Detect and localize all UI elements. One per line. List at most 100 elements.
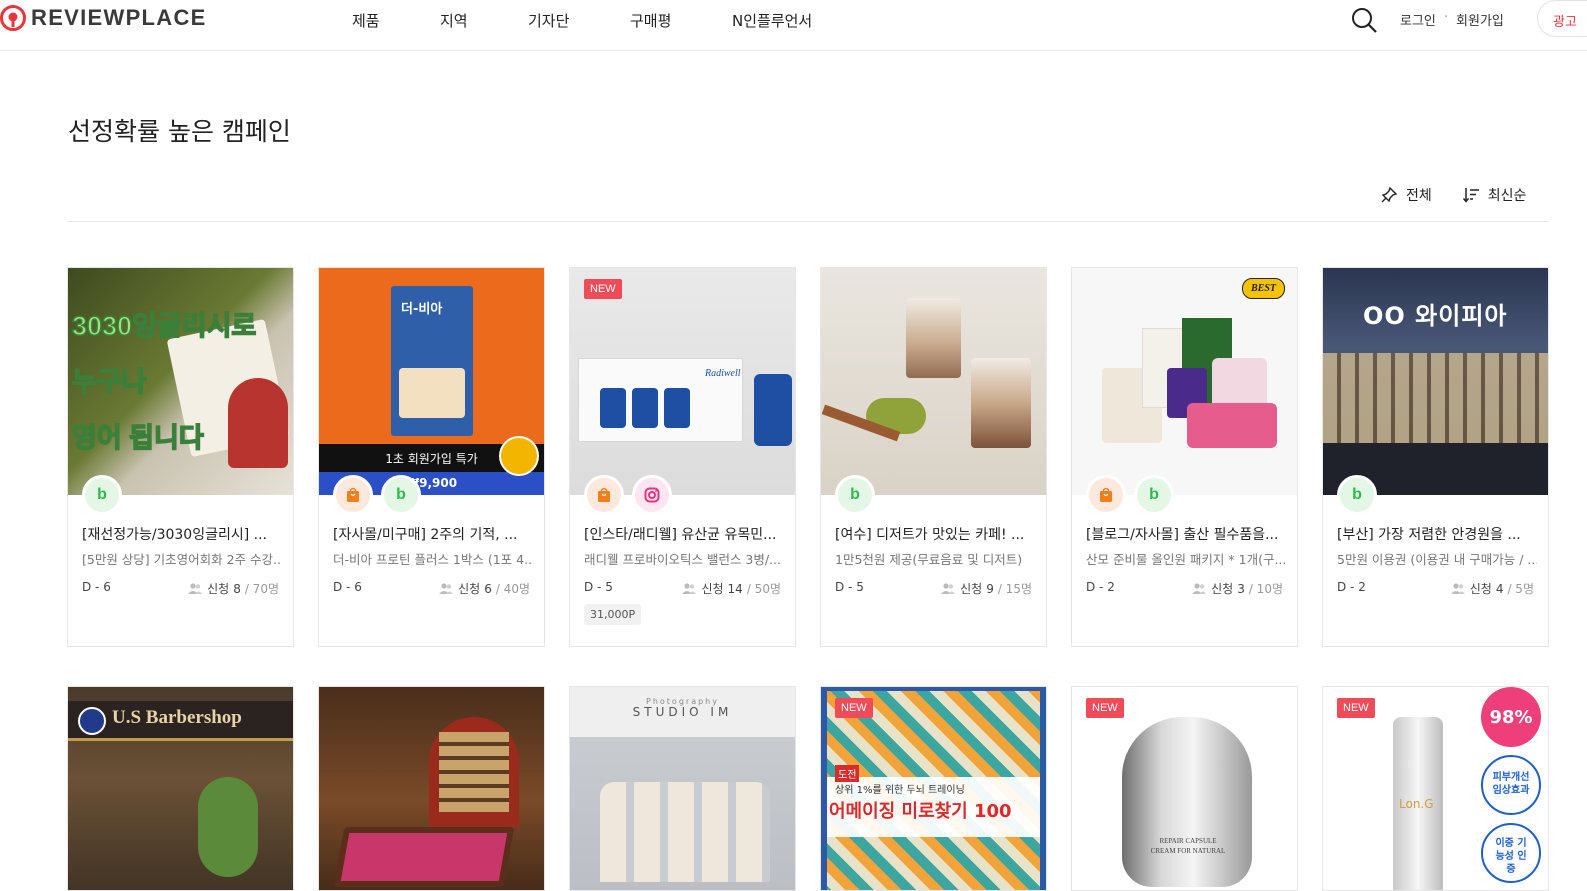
nav-region[interactable]: 지역 xyxy=(440,10,468,31)
card-subtitle: 더-비아 프로틴 플러스 1박스 (1포 4... xyxy=(333,552,533,567)
thumb-text: OO 와이피아 xyxy=(1363,302,1508,330)
card-thumbnail[interactable]: 상위 1%를 위한 두뇌 트레이닝 어메이징 미로찾기 100 도전 NEW xyxy=(821,687,1046,890)
card-applicants: 신청 6 / 40명 xyxy=(438,580,530,597)
thumb-text: 3030잉글리시로 xyxy=(71,310,257,342)
campaign-card[interactable]: 3030잉글리시로 누구나 영어 됩니다 b [재선정가능/3030잉글리시] … xyxy=(67,267,294,647)
thumb-text: 어메이징 미로찾기 100 xyxy=(829,801,1012,822)
filter-all-label: 전체 xyxy=(1406,188,1432,204)
nav-reporters[interactable]: 기자단 xyxy=(528,10,569,31)
thumb-text: 누구나 xyxy=(71,366,147,398)
sort-latest-button[interactable]: 최신순 xyxy=(1462,185,1527,205)
card-thumbnail[interactable]: REPAIR CAPSULE CREAM FOR NATURAL NEW xyxy=(1072,687,1297,890)
campaign-card[interactable]: 더-비아 1초 회원가입 특가 ₩9,900 b [자사몰/미구매] 2주의 기… xyxy=(318,267,545,647)
separator: · xyxy=(1443,10,1449,25)
people-icon xyxy=(1192,582,1207,594)
card-dday: D - 2 xyxy=(1337,580,1366,594)
logo-pin-icon xyxy=(0,5,26,31)
card-dday: D - 5 xyxy=(835,580,864,594)
applied-count: 9 xyxy=(986,581,994,596)
nav-products[interactable]: 제품 xyxy=(352,10,380,31)
card-applicants: 신청 3 / 10명 xyxy=(1191,580,1283,597)
apply-label: 신청 xyxy=(960,582,983,596)
applied-count: 3 xyxy=(1237,581,1245,596)
campaign-card[interactable]: BEST b [블로그/자사몰] 출산 필수품을... 산모 준비물 올인원 패… xyxy=(1071,267,1298,647)
card-applicants: 신청 8 / 70명 xyxy=(187,580,279,597)
campaign-card[interactable] xyxy=(318,686,545,891)
card-subtitle: [5만원 상당] 기초영어회화 2주 수강... xyxy=(82,552,282,567)
people-icon xyxy=(1450,582,1465,594)
campaign-card[interactable]: U.S Barbershop xyxy=(67,686,294,891)
card-thumbnail[interactable]: OO 와이피아 xyxy=(1323,268,1548,495)
card-thumbnail[interactable] xyxy=(821,268,1046,495)
total-count: / 10명 xyxy=(1248,582,1283,596)
card-thumbnail[interactable]: Radiwell NEW xyxy=(570,268,795,495)
people-icon xyxy=(188,582,203,594)
campaign-card[interactable]: 상위 1%를 위한 두뇌 트레이닝 어메이징 미로찾기 100 도전 NEW xyxy=(820,686,1047,891)
apply-label: 신청 xyxy=(458,582,481,596)
card-thumbnail[interactable]: Lon.G 98% 피부개선 임상효과 이중 기능성 인증 NEW xyxy=(1323,687,1548,890)
thumb-text: 상위 1%를 위한 두뇌 트레이닝 xyxy=(835,785,965,796)
nav-n-influencer[interactable]: N인플루언서 xyxy=(732,10,812,31)
new-badge: NEW xyxy=(835,698,873,718)
card-title[interactable]: [여수] 디저트가 맛있는 카페! ... xyxy=(835,524,1035,544)
section-title: 선정확률 높은 캠페인 xyxy=(68,117,291,146)
channel-icons: b xyxy=(835,475,875,515)
card-title[interactable]: [인스타/래디웰] 유산균 유목민... xyxy=(584,524,784,544)
card-thumbnail[interactable] xyxy=(319,687,544,890)
people-icon xyxy=(682,582,697,594)
thumb-text: 피부개선 임상효과 xyxy=(1481,755,1541,815)
campaign-card[interactable]: Photography STUDIO IM xyxy=(569,686,796,891)
logo-text: REVIEWPLACE xyxy=(31,5,207,30)
shopping-bag-icon xyxy=(584,475,624,515)
card-thumbnail[interactable]: 더-비아 1초 회원가입 특가 ₩9,900 xyxy=(319,268,544,495)
total-count: / 70명 xyxy=(244,582,279,596)
login-link[interactable]: 로그인 xyxy=(1400,10,1436,29)
logo[interactable]: REVIEWPLACE xyxy=(0,5,207,31)
ad-button[interactable]: 광고 xyxy=(1537,0,1587,37)
campaign-card[interactable]: Lon.G 98% 피부개선 임상효과 이중 기능성 인증 NEW xyxy=(1322,686,1549,891)
thumb-text: Lon.G xyxy=(1399,797,1434,811)
channel-icons: b xyxy=(333,475,421,515)
campaign-card[interactable]: REPAIR CAPSULE CREAM FOR NATURAL NEW xyxy=(1071,686,1298,891)
campaign-card[interactable]: b [여수] 디저트가 맛있는 카페! ... 1만5천원 제공(무료음료 및 … xyxy=(820,267,1047,647)
card-title[interactable]: [블로그/자사몰] 출산 필수품을... xyxy=(1086,524,1286,544)
card-applicants: 신청 9 / 15명 xyxy=(940,580,1032,597)
filter-all-button[interactable]: 전체 xyxy=(1380,185,1432,205)
new-badge: NEW xyxy=(584,279,622,299)
card-thumbnail[interactable]: Photography STUDIO IM xyxy=(570,687,795,890)
pin-icon xyxy=(1381,186,1398,203)
applied-count: 8 xyxy=(233,581,241,596)
card-title[interactable]: [부산] 가장 저렴한 안경원을 ... xyxy=(1337,524,1537,544)
card-title[interactable]: [자사몰/미구매] 2주의 기적, ... xyxy=(333,524,533,544)
shopping-bag-icon xyxy=(1086,475,1126,515)
campaign-card[interactable]: Radiwell NEW [인스타/래디웰] 유산균 유목민... 래디웰 프로… xyxy=(569,267,796,647)
thumb-text: 영어 됩니다 xyxy=(71,422,204,454)
people-icon xyxy=(941,582,956,594)
total-count: / 50명 xyxy=(746,582,781,596)
card-subtitle: 1만5천원 제공(무료음료 및 디저트) xyxy=(835,552,1023,567)
sort-latest-label: 최신순 xyxy=(1487,188,1527,204)
apply-label: 신청 xyxy=(1211,582,1234,596)
applied-count: 14 xyxy=(727,581,743,596)
card-applicants: 신청 4 / 5명 xyxy=(1450,580,1534,597)
apply-label: 신청 xyxy=(207,582,230,596)
search-icon[interactable] xyxy=(1350,6,1378,34)
card-thumbnail[interactable]: 3030잉글리시로 누구나 영어 됩니다 xyxy=(68,268,293,495)
thumb-text: 더-비아 xyxy=(401,302,443,317)
card-title[interactable]: [재선정가능/3030잉글리시] ... xyxy=(82,524,282,544)
total-count: / 15명 xyxy=(997,582,1032,596)
card-subtitle: 래디웰 프로바이오틱스 밸런스 3병/... xyxy=(584,552,782,567)
apply-label: 신청 xyxy=(1469,582,1492,596)
blog-icon: b xyxy=(1337,475,1377,515)
blog-icon: b xyxy=(1134,475,1174,515)
campaign-card[interactable]: OO 와이피아 b [부산] 가장 저렴한 안경원을 ... 5만원 이용권 (… xyxy=(1322,267,1549,647)
thumb-text: 이중 기능성 인증 xyxy=(1481,823,1541,883)
card-thumbnail[interactable]: BEST xyxy=(1072,268,1297,495)
card-dday: D - 5 xyxy=(584,580,613,594)
applied-count: 4 xyxy=(1495,581,1504,596)
total-count: / 5명 xyxy=(1507,582,1534,596)
signup-link[interactable]: 회원가입 xyxy=(1456,10,1504,29)
thumb-text: 도전 xyxy=(835,765,860,782)
nav-purchase-review[interactable]: 구매평 xyxy=(630,10,671,31)
card-thumbnail[interactable]: U.S Barbershop xyxy=(68,687,293,890)
